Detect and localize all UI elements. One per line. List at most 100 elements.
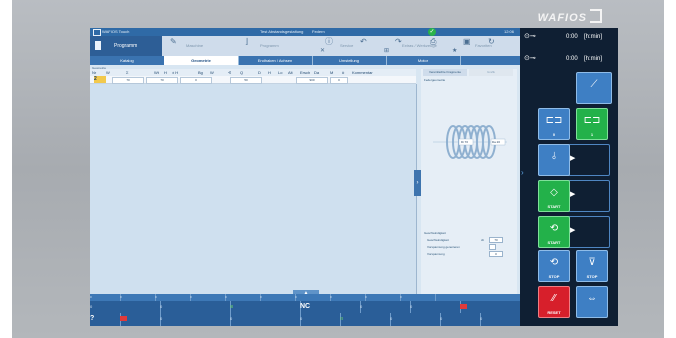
tab-changeover[interactable]: Umstellung (312, 56, 387, 65)
brand-logo: WAFIOS (538, 9, 602, 24)
col-header: Σ (126, 70, 129, 75)
spring-inner-diameter[interactable]: Di 70 (461, 140, 468, 144)
reset-button[interactable]: ⁄⁄ RESET (538, 286, 570, 318)
clock-value: 0:00 (566, 56, 578, 62)
error-icon (120, 316, 127, 322)
axes-icon: ⇔ (587, 293, 597, 304)
axes-button[interactable]: ⇔ (576, 286, 608, 318)
col-header: Alt (288, 70, 293, 75)
status-field: 0 (160, 313, 231, 326)
cell-m[interactable]: 0 (330, 77, 348, 84)
status-ok-icon: ✓ (428, 28, 436, 36)
save-icon[interactable]: ▣ (463, 38, 471, 46)
tool-program[interactable]: Programm (260, 36, 279, 56)
axis-icon: ⊞ (230, 304, 234, 309)
clock-unit: [h:min] (584, 56, 603, 62)
program-button[interactable]: Programm (90, 36, 162, 56)
help-button[interactable]: ? (90, 313, 121, 326)
tool-service[interactable]: Service (340, 36, 353, 56)
tool-favorites[interactable]: Favoriten (475, 36, 492, 56)
cell-wt[interactable]: 70 (146, 77, 178, 84)
play-arrow-icon: ▶ (570, 155, 576, 162)
status-bar-top: 0 0 0 0 0 0 0 0 0 0 (90, 294, 520, 301)
param-label: Vorspannung (427, 252, 445, 256)
bracket-icon[interactable]: ⌋ (245, 38, 248, 46)
status-field: 0 (440, 313, 481, 326)
wire-cut-button[interactable]: ⟋ (576, 72, 612, 104)
info-icon[interactable]: ⓘ (325, 38, 333, 46)
brand-mark-icon (590, 9, 602, 23)
button-label: STOP (548, 274, 560, 279)
tab-simplified[interactable]: Vereinfachte Fragmente (423, 69, 467, 76)
status-field: ⊟ (340, 313, 391, 326)
control-column: › ⊙⊸ 0:00 [h:min] ⊙⊸ 0:00 [h:min] ⟋ ⊏⊐ 0… (520, 28, 618, 326)
clock-unit: [h:min] (584, 34, 603, 40)
col-header: ± H (172, 70, 179, 75)
panel-collapse-button[interactable]: › (414, 170, 421, 196)
cycle-stop-icon: ⟲ (549, 257, 559, 268)
clock-key-icon: ⊙⊸ (524, 55, 536, 62)
feed-on-button[interactable]: ⊏⊐ 1 (576, 108, 608, 140)
stop-button[interactable]: ⊽ STOP (576, 250, 608, 282)
spring-outer-diameter[interactable]: Da 20 (492, 140, 500, 144)
tab-catalog[interactable]: Katalog (90, 56, 165, 65)
stop-cycle-button[interactable]: ⟲ STOP (538, 250, 570, 282)
clock-key-icon: ⊙⊸ (524, 33, 536, 40)
machine-housing: WAFIOS WAFIOS Touch Test Abstandsgestalt… (12, 0, 664, 338)
status-field: 0 (360, 301, 411, 313)
tool-machine[interactable]: Maschine (186, 36, 203, 56)
rollers-icon: ⊏⊐ (545, 115, 563, 126)
param-unit: cb (481, 238, 485, 242)
spring-tool-button[interactable]: ⫰ (538, 144, 570, 176)
cell-w[interactable]: 70 (112, 77, 144, 84)
cell-bg[interactable]: 0 (180, 77, 212, 84)
app-title: WAFIOS Touch (102, 29, 130, 34)
start-diamond-icon: ◇ (550, 187, 558, 198)
pretension-checkbox[interactable] (489, 244, 496, 250)
wire-icon: ⟋ (590, 79, 598, 90)
col-header: M (330, 70, 334, 75)
collapse-arrow-icon[interactable]: › (521, 168, 524, 177)
rollers-icon: ⊏⊐ (583, 115, 601, 126)
param-label: Geschwindigkeit (427, 238, 449, 242)
redo-icon[interactable]: ↷ (395, 38, 402, 46)
col-header: Da (314, 70, 320, 75)
start-cycle-button[interactable]: ⟲ START (538, 216, 570, 248)
feed-off-button[interactable]: ⊏⊐ 0 (538, 108, 570, 140)
nc-indicator: NC (300, 301, 361, 313)
grid-icon[interactable]: ⊞ (384, 48, 389, 54)
table-row[interactable]: 2 70 70 0 50 900 0 (90, 76, 416, 84)
tool-icon[interactable]: ✎ (170, 38, 177, 46)
status-bar-bottom: ? 0 0 0 ⊟ 0 0 0 (90, 313, 521, 326)
undo-icon[interactable]: ↶ (360, 38, 367, 46)
program-label: Programm (114, 43, 138, 49)
col-header: Lo (278, 70, 283, 75)
status-field: 0 (410, 301, 461, 313)
cell-da[interactable]: 900 (296, 77, 328, 84)
toolbar: Programm ✎ Maschine ⌋ Programm ⓘ ↶ ↷ ⎙ ▣… (90, 36, 520, 56)
pretension-input[interactable]: 0 (489, 251, 503, 257)
cell-q[interactable]: 50 (230, 77, 262, 84)
status-field: 0 (330, 294, 366, 301)
status-field: 0 (295, 294, 331, 301)
button-label: START (547, 204, 561, 209)
spring-drawing (433, 125, 507, 159)
tab-geometry[interactable]: Geometrie (164, 56, 239, 65)
tab-graphic[interactable]: Grafik (469, 69, 513, 76)
clock-time: 12:06 (503, 29, 514, 34)
status-bar-middle: 0 0 ⊞ NC 0 0 (90, 301, 521, 313)
preview-panel: Vereinfachte Fragmente Grafik Federgeome… (421, 69, 517, 306)
start-single-button[interactable]: ◇ START (538, 180, 570, 212)
cross-icon[interactable]: ✕ (320, 48, 325, 54)
star-icon[interactable]: ★ (452, 48, 457, 54)
tab-motor[interactable]: Motor (386, 56, 461, 65)
col-header: H (164, 70, 167, 75)
touch-screen: WAFIOS Touch Test Abstandsgestaltung Fed… (90, 28, 618, 326)
play-arrow-icon: ▶ (570, 191, 576, 198)
tab-ends[interactable]: Endhaken / Achsen (238, 56, 313, 65)
button-label: RESET (547, 310, 561, 315)
tool-extras[interactable]: Extras / Werkzeuge (402, 36, 437, 56)
speed-input[interactable]: 70 (489, 237, 503, 243)
document-icon (95, 41, 101, 50)
clock-value: 0:00 (566, 34, 578, 40)
